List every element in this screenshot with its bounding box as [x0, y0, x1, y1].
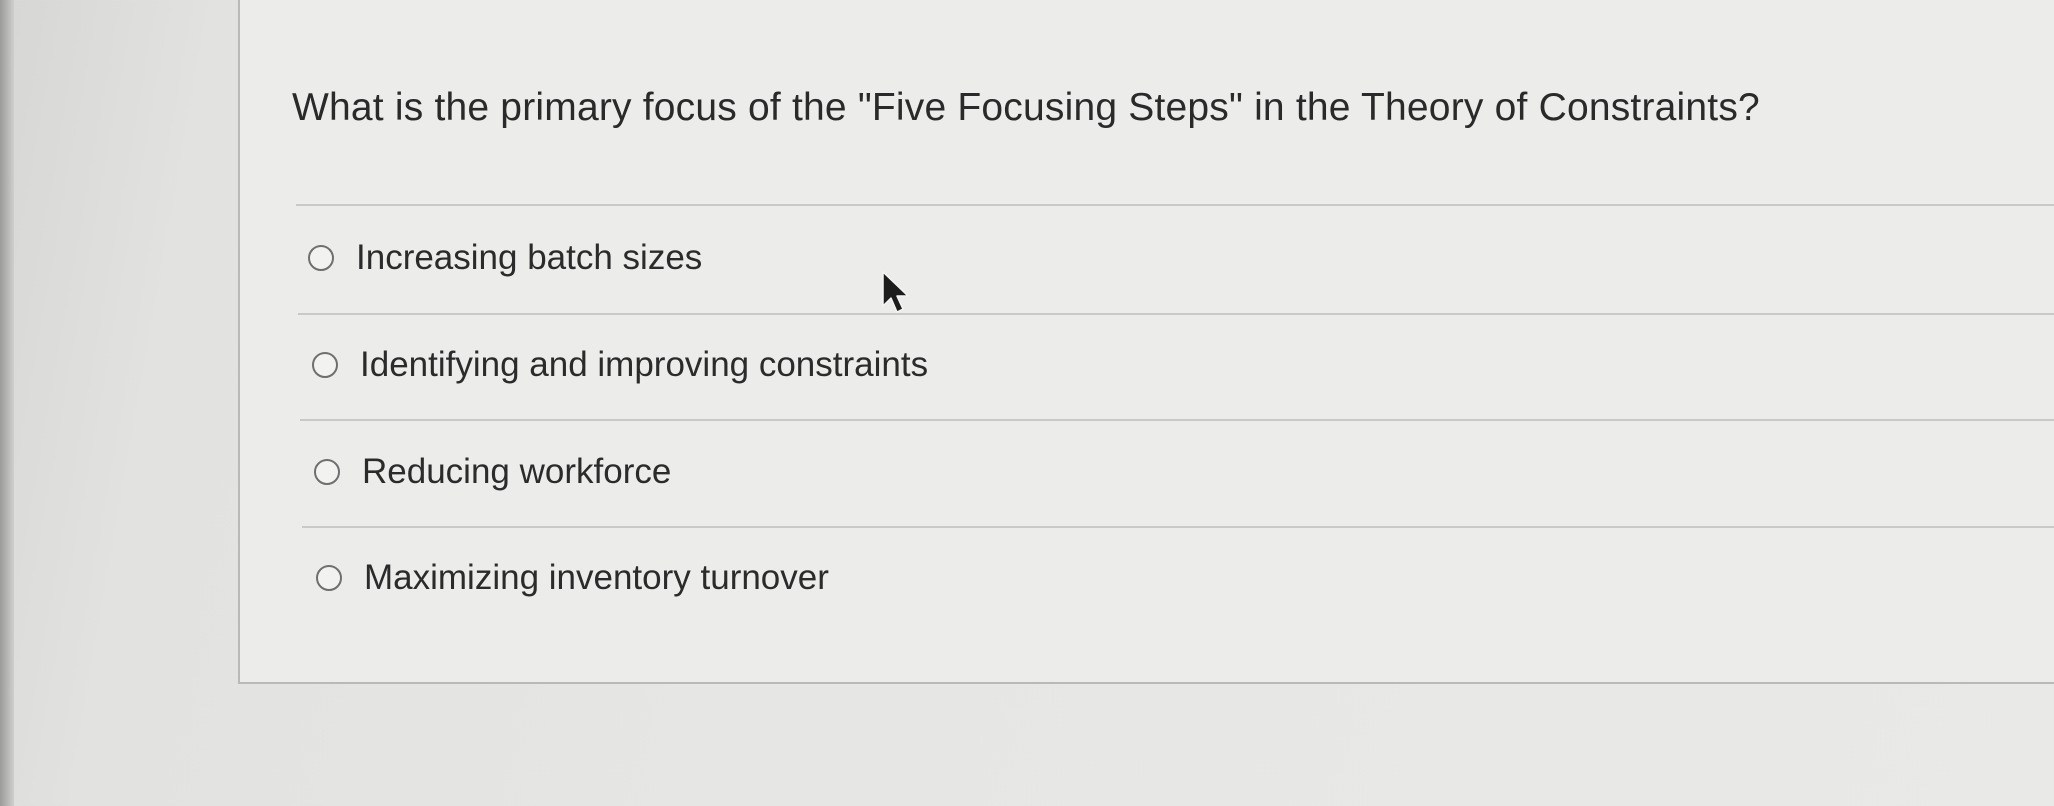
- option-identifying-and-improving-constraints[interactable]: Identifying and improving constraints: [312, 345, 928, 385]
- divider: [300, 419, 2054, 421]
- option-label: Reducing workforce: [362, 452, 672, 491]
- option-label: Identifying and improving constraints: [360, 345, 929, 384]
- screen-edge: [0, 0, 14, 806]
- question-text: What is the primary focus of the "Five F…: [292, 86, 1760, 129]
- option-reducing-workforce[interactable]: Reducing workforce: [314, 452, 671, 492]
- radio-unselected-icon[interactable]: [308, 245, 334, 271]
- mouse-pointer-icon: [882, 271, 909, 313]
- option-maximizing-inventory-turnover[interactable]: Maximizing inventory turnover: [316, 558, 829, 598]
- radio-unselected-icon[interactable]: [314, 459, 340, 485]
- option-label: Increasing batch sizes: [356, 238, 703, 277]
- radio-unselected-icon[interactable]: [312, 352, 338, 378]
- radio-unselected-icon[interactable]: [316, 565, 342, 591]
- divider: [296, 204, 2054, 206]
- option-increasing-batch-sizes[interactable]: Increasing batch sizes: [308, 238, 702, 278]
- divider: [298, 313, 2054, 315]
- divider: [302, 526, 2054, 528]
- option-label: Maximizing inventory turnover: [364, 558, 829, 597]
